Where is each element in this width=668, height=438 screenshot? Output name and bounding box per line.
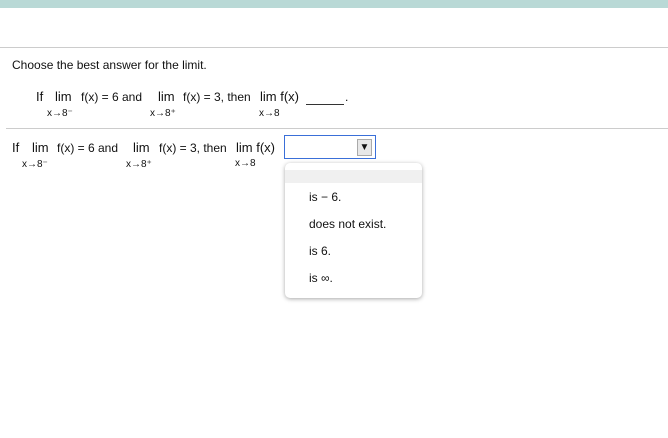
lim-text: lim xyxy=(158,89,175,104)
option-is-6[interactable]: is 6. xyxy=(309,244,331,258)
subscript: x→8⁺ xyxy=(126,159,152,170)
part2-text: f(x) = 3, then xyxy=(159,141,227,155)
part2-text: f(x) = 3, then xyxy=(183,90,251,104)
subscript: x→8⁻ xyxy=(22,159,48,170)
subscript: x→8 xyxy=(235,158,256,169)
option-empty[interactable] xyxy=(285,170,422,183)
divider xyxy=(6,128,668,129)
answer-select[interactable]: ▼ xyxy=(284,135,376,159)
part1-text: f(x) = 6 and xyxy=(57,141,119,155)
divider xyxy=(0,47,668,48)
lim-text: lim xyxy=(32,140,49,155)
lim-fx-text: lim f(x) xyxy=(236,140,275,155)
option-is-neg-6[interactable]: is − 6. xyxy=(309,190,341,204)
if-text: If xyxy=(36,89,44,104)
if-text: If xyxy=(12,140,20,155)
option-does-not-exist[interactable]: does not exist. xyxy=(309,217,386,231)
top-bar xyxy=(0,0,668,8)
subscript: x→8 xyxy=(259,108,280,119)
lim-text: lim xyxy=(55,89,72,104)
answer-blank xyxy=(306,104,344,105)
lim-text: lim xyxy=(133,140,150,155)
dropdown-arrow-icon[interactable]: ▼ xyxy=(357,139,372,156)
lim-fx-text: lim f(x) xyxy=(260,89,299,104)
period: . xyxy=(345,90,349,104)
dropdown-menu: is − 6. does not exist. is 6. is ∞. xyxy=(285,163,422,298)
option-is-infinity[interactable]: is ∞. xyxy=(309,271,333,285)
instruction: Choose the best answer for the limit. xyxy=(12,58,207,72)
subscript: x→8⁻ xyxy=(47,108,73,119)
subscript: x→8⁺ xyxy=(150,108,176,119)
part1-text: f(x) = 6 and xyxy=(81,90,143,104)
